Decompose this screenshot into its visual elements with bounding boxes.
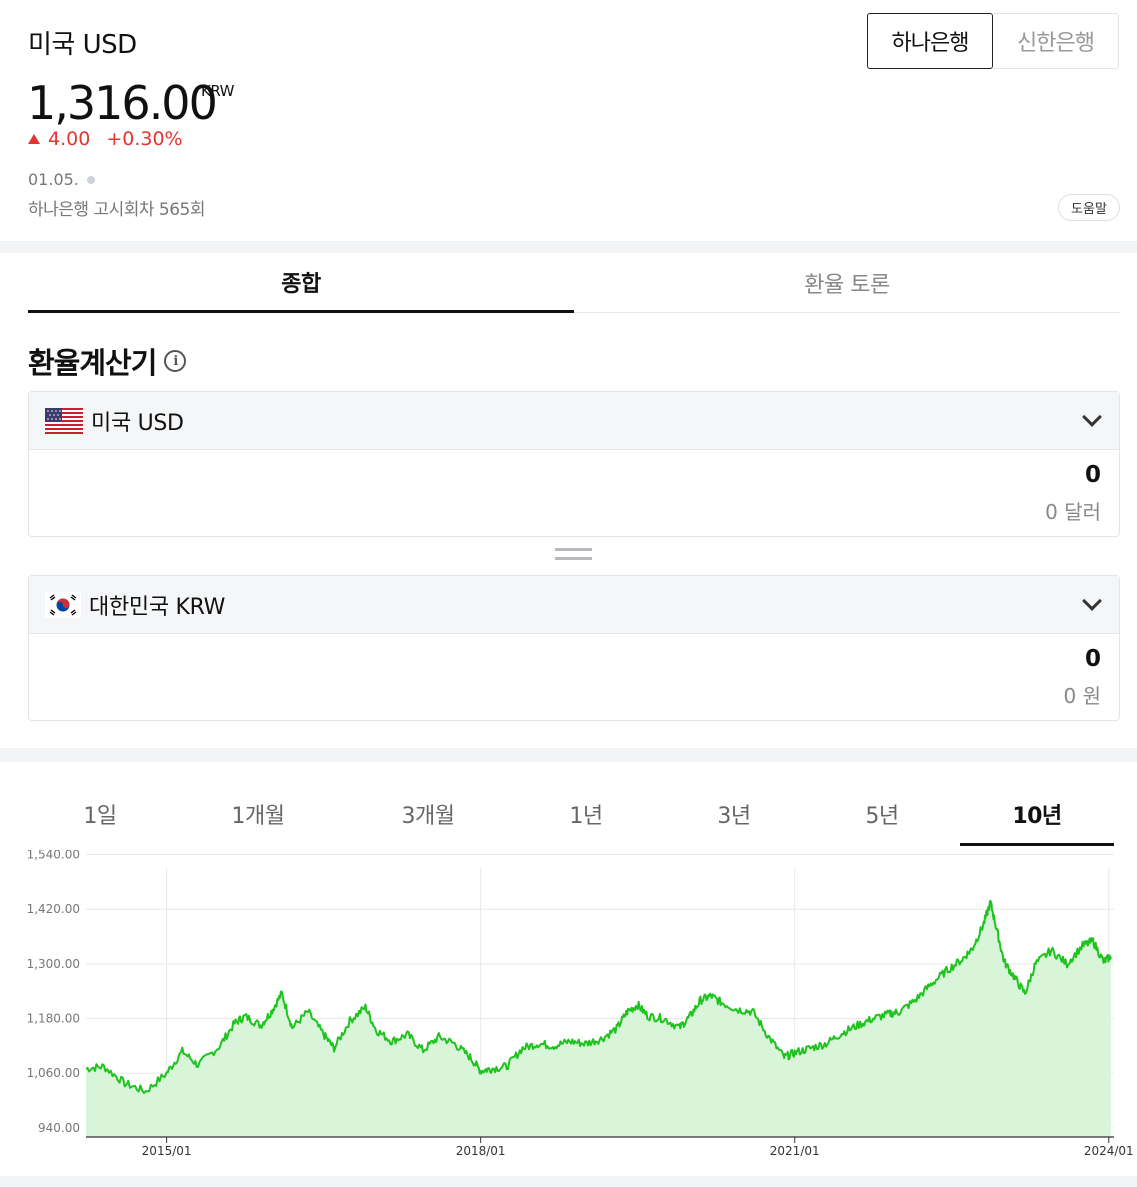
- bank-button-hana[interactable]: 하나은행: [867, 13, 993, 69]
- tab-discussion[interactable]: 환율 토론: [574, 253, 1120, 313]
- info-icon[interactable]: i: [164, 350, 187, 372]
- to-amount-text: 0 원: [1063, 684, 1101, 708]
- period-3y[interactable]: 3년: [696, 798, 772, 846]
- notice-round: 하나은행 고시회차 565회: [28, 200, 206, 220]
- help-button[interactable]: 도움말: [1058, 194, 1120, 221]
- from-currency-name: 미국 USD: [91, 410, 184, 436]
- bank-button-shinhan[interactable]: 신한은행: [993, 13, 1119, 69]
- to-currency-select[interactable]: 대한민국 KRW: [29, 576, 1119, 634]
- period-1d[interactable]: 1일: [58, 798, 142, 846]
- x-tick-label: 2024/01: [1084, 1144, 1134, 1158]
- x-tick-label: 2018/01: [456, 1144, 506, 1158]
- period-1m[interactable]: 1개월: [208, 798, 308, 846]
- rate-change: 4.00 +0.30%: [28, 128, 183, 150]
- section-divider: [0, 241, 1137, 253]
- to-currency-box: 대한민국 KRW 0 0 원: [28, 575, 1120, 721]
- y-tick-label: 1,540.00: [27, 850, 80, 862]
- from-amount-input[interactable]: [29, 450, 1119, 536]
- bank-switch: 하나은행 신한은행: [867, 13, 1120, 69]
- korea-flag-icon: [45, 591, 81, 618]
- calculator-title-text: 환율계산기: [28, 346, 157, 380]
- calculator-title: 환율계산기 i: [28, 340, 187, 382]
- to-amount-input[interactable]: [29, 634, 1119, 720]
- to-amount-value: 0: [1084, 646, 1101, 672]
- y-tick-label: 1,420.00: [27, 902, 80, 916]
- from-currency-box: 미국 USD 0 0 달러: [28, 391, 1120, 537]
- to-currency-name: 대한민국 KRW: [89, 594, 226, 620]
- rate-chart: 1,540.00 1,420.00 1,300.00 1,180.00 1,060.00…: [27, 850, 1134, 1158]
- rate-date: 01.05.: [28, 170, 95, 189]
- y-tick-label: 940.00: [38, 1121, 80, 1135]
- current-rate: 1,316.00: [27, 76, 218, 130]
- rate-unit: KRW: [201, 82, 234, 100]
- y-tick-label: 1,300.00: [27, 957, 80, 971]
- date-text: 01.05.: [28, 170, 79, 189]
- x-tick-label: 2015/01: [142, 1144, 192, 1158]
- up-arrow-icon: [28, 134, 40, 144]
- period-tabs: 1일 1개월 3개월 1년 3년 5년 10년: [28, 798, 1120, 846]
- section-divider: [0, 748, 1137, 762]
- from-currency-select[interactable]: 미국 USD: [29, 392, 1119, 450]
- change-value: 4.00: [48, 128, 91, 150]
- period-10y[interactable]: 10년: [960, 798, 1114, 846]
- period-5y[interactable]: 5년: [844, 798, 920, 846]
- section-divider: [0, 1176, 1137, 1187]
- status-dot-icon: [86, 175, 95, 184]
- change-percent: +0.30%: [106, 128, 183, 150]
- currency-title: 미국 USD: [28, 30, 137, 60]
- from-amount-value: 0: [1084, 462, 1101, 488]
- from-amount-text: 0 달러: [1045, 500, 1101, 524]
- y-tick-label: 1,060.00: [27, 1066, 80, 1080]
- main-tabs: 종합 환율 토론: [28, 253, 1120, 313]
- y-tick-label: 1,180.00: [27, 1012, 80, 1026]
- chevron-down-icon[interactable]: [1082, 407, 1102, 427]
- tab-overview[interactable]: 종합: [28, 253, 574, 313]
- chevron-down-icon[interactable]: [1082, 591, 1102, 611]
- equals-icon: [555, 548, 592, 562]
- rate-header: 미국 USD 하나은행 신한은행 1,316.00 KRW 4.00 +0.30…: [0, 0, 1137, 241]
- period-1y[interactable]: 1년: [548, 798, 624, 846]
- period-3m[interactable]: 3개월: [376, 798, 480, 846]
- x-tick-label: 2021/01: [770, 1144, 820, 1158]
- us-flag-icon: [45, 407, 83, 434]
